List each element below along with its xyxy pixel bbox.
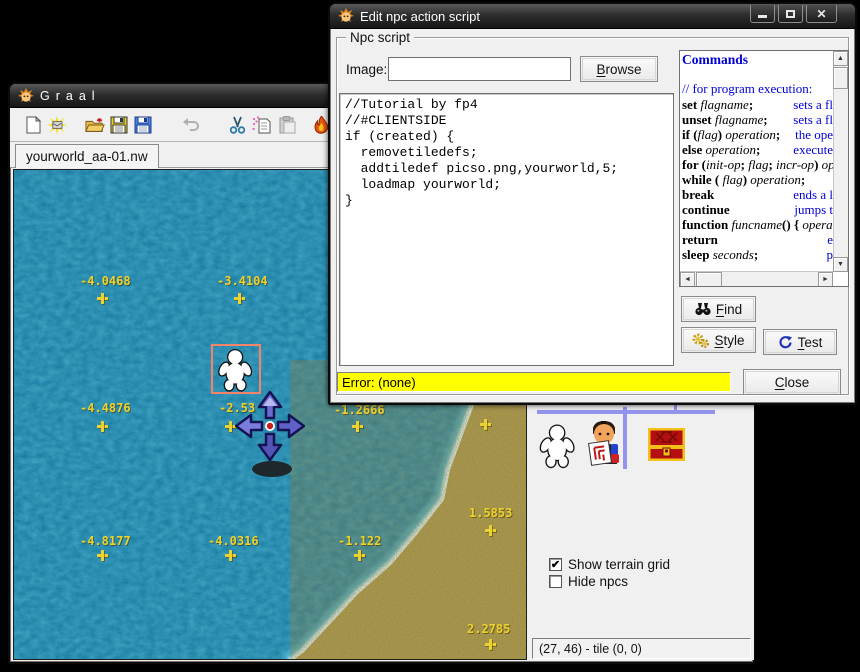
- commands-reference-panel[interactable]: Commands // for program execution: set f…: [679, 50, 849, 287]
- npc-doll-tool-icon[interactable]: [537, 420, 579, 470]
- command-row: set flagname;sets a fl: [682, 97, 833, 112]
- command-row: while ( flag) operation;: [682, 172, 833, 187]
- command-row: else operation;execute: [682, 142, 833, 157]
- commands-intro-comment: // for program execution:: [682, 81, 833, 97]
- terrain-grid-cross: [485, 525, 496, 536]
- command-row: returne: [682, 232, 833, 247]
- image-label: Image:: [346, 62, 387, 77]
- close-icon: ✕: [816, 8, 826, 20]
- status-text: (27, 46) - tile (0, 0): [539, 642, 642, 656]
- terrain-grid-cross: [485, 639, 496, 650]
- command-row: sleep seconds;p: [682, 247, 833, 262]
- hscroll-thumb[interactable]: [696, 272, 722, 287]
- save-as-icon[interactable]: [133, 115, 153, 135]
- save-icon[interactable]: [109, 115, 129, 135]
- find-button[interactable]: Find: [681, 296, 756, 322]
- binoculars-icon: [695, 302, 711, 316]
- image-input[interactable]: [388, 57, 571, 81]
- scroll-right-icon[interactable]: ►: [818, 272, 833, 287]
- selected-npc-sprite[interactable]: [211, 344, 261, 394]
- npc-chest-tool-icon[interactable]: [648, 428, 685, 461]
- minimize-button[interactable]: [750, 5, 775, 23]
- terrain-grid-cross: [97, 293, 108, 304]
- open-folder-icon[interactable]: [85, 115, 105, 135]
- error-text: Error: (none): [342, 375, 416, 390]
- terrain-grid-cross: [480, 419, 491, 430]
- new-file-icon[interactable]: [23, 115, 43, 135]
- maximize-icon: [786, 10, 795, 18]
- command-row: for (init-op; flag; incr-op) oper: [682, 157, 833, 172]
- map-coordinate-label: -4.0468: [80, 274, 131, 288]
- dialog-titlebar[interactable]: Edit npc action script ✕: [330, 4, 855, 29]
- map-coordinate-label: 2.2785: [467, 622, 510, 636]
- terrain-grid-cross: [225, 550, 236, 561]
- dialog-app-icon: [338, 8, 354, 24]
- map-coordinate-label: -4.4876: [80, 401, 131, 415]
- hide-npcs-row: Hide npcs: [549, 574, 628, 589]
- map-coordinate-label: 1.5853: [469, 506, 512, 520]
- npc-shadow: [252, 461, 292, 477]
- hide-npcs-label: Hide npcs: [568, 574, 628, 589]
- commands-vscrollbar[interactable]: ▲ ▼: [833, 51, 848, 272]
- command-row: if (flag) operation;the ope: [682, 127, 833, 142]
- gears-icon: [692, 333, 709, 348]
- undo-icon[interactable]: [181, 115, 201, 135]
- terrain-grid-cross: [97, 550, 108, 561]
- script-editor[interactable]: //Tutorial by fp4 //#CLIENTSIDE if (crea…: [339, 93, 674, 366]
- commands-header: Commands: [682, 52, 833, 68]
- new-level-wizard-icon[interactable]: [47, 115, 67, 135]
- command-row: breakends a l: [682, 187, 833, 202]
- groupbox-label: Npc script: [346, 30, 414, 45]
- command-row: continuejumps t: [682, 202, 833, 217]
- edit-npc-script-dialog: Edit npc action script ✕ Npc script Imag…: [328, 2, 857, 405]
- map-coordinate-label: -4.0316: [208, 534, 259, 548]
- error-statusbar: Error: (none): [337, 372, 731, 392]
- command-row: function funcname() { operatio: [682, 217, 833, 232]
- style-button[interactable]: Style: [681, 327, 756, 353]
- vscroll-thumb[interactable]: [833, 67, 848, 89]
- terrain-grid-cross: [354, 550, 365, 561]
- scroll-down-icon[interactable]: ▼: [833, 257, 848, 272]
- map-coordinate-label: -4.8177: [80, 534, 131, 548]
- copy-icon[interactable]: [251, 115, 271, 135]
- refresh-test-icon: [778, 335, 793, 350]
- map-coordinate-label: -1.2666: [334, 403, 385, 417]
- show-terrain-grid-checkbox[interactable]: ✔: [549, 558, 562, 571]
- dialog-title: Edit npc action script: [360, 9, 480, 24]
- close-button[interactable]: Close: [743, 369, 841, 395]
- scroll-up-icon[interactable]: ▲: [833, 51, 848, 66]
- maximize-button[interactable]: [778, 5, 803, 23]
- graal-window-title: Graal: [40, 89, 101, 103]
- move-cursor-icon: [235, 391, 305, 461]
- map-coordinate-label: -1.122: [338, 534, 381, 548]
- hide-npcs-checkbox[interactable]: [549, 575, 562, 588]
- minimize-icon: [758, 15, 767, 18]
- terrain-grid-cross: [97, 421, 108, 432]
- terrain-grid-cross: [234, 293, 245, 304]
- map-coordinate-label: -3.4104: [217, 274, 268, 288]
- npc-sign-character-tool-icon[interactable]: [583, 420, 625, 470]
- show-terrain-grid-row: ✔ Show terrain grid: [549, 557, 670, 572]
- test-button[interactable]: Test: [763, 329, 837, 355]
- browse-button[interactable]: Browse: [580, 56, 658, 82]
- command-row: unset flagname;sets a fl: [682, 112, 833, 127]
- cut-scissors-icon[interactable]: [227, 115, 247, 135]
- close-window-button[interactable]: ✕: [806, 5, 837, 23]
- tab-level[interactable]: yourworld_aa-01.nw: [15, 144, 159, 168]
- cursor-position-statusbar: (27, 46) - tile (0, 0): [532, 638, 751, 659]
- paste-icon[interactable]: [277, 115, 297, 135]
- show-terrain-grid-label: Show terrain grid: [568, 557, 670, 572]
- tab-label: yourworld_aa-01.nw: [26, 149, 148, 164]
- scroll-left-icon[interactable]: ◄: [680, 272, 695, 287]
- graal-app-icon: [18, 88, 34, 104]
- terrain-grid-cross: [352, 421, 363, 432]
- commands-hscrollbar[interactable]: ◄ ►: [680, 271, 833, 286]
